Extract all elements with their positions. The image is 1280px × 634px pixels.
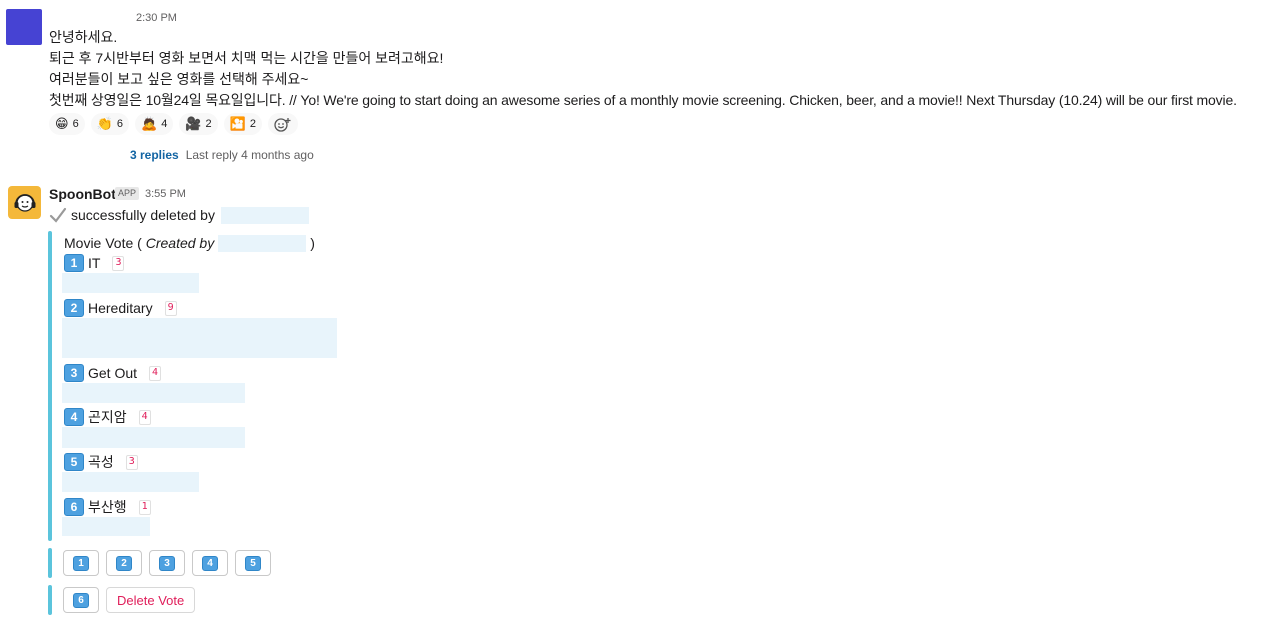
option-label: 부산행 — [88, 499, 127, 515]
option-voters-bar — [62, 318, 337, 358]
thread-summary: 3 replies Last reply 4 months ago — [130, 148, 314, 162]
option-vote-count: 4 — [149, 365, 162, 381]
vote-option-1: 1 IT 3 — [64, 254, 125, 272]
option-label: Get Out — [88, 365, 138, 381]
reaction-cinema[interactable]: 🎦 2 — [223, 113, 262, 135]
vote-button-6[interactable]: 6 — [63, 587, 99, 613]
message-timestamp[interactable]: 3:55 PM — [145, 188, 186, 200]
vote-button-1[interactable]: 1 — [63, 550, 99, 576]
vote-button-2[interactable]: 2 — [106, 550, 142, 576]
keycap-3-icon: 3 — [159, 555, 175, 571]
reaction-count: 6 — [72, 118, 79, 130]
reaction-movie-camera[interactable]: 🎥 2 — [179, 113, 218, 135]
reaction-bar: 😁 6 👏 6 🙇 4 🎥 2 🎦 2 — [49, 113, 298, 135]
reaction-grinning[interactable]: 😁 6 — [49, 113, 85, 135]
keycap-3-icon: 3 — [64, 364, 84, 382]
sender-name[interactable]: SpoonBot — [49, 186, 116, 202]
option-vote-count: 4 — [138, 409, 151, 425]
reaction-count: 4 — [161, 118, 168, 130]
vote-button-5[interactable]: 5 — [235, 550, 271, 576]
option-label: 곡성 — [88, 454, 114, 470]
bowing-person-icon: 🙇 — [141, 116, 158, 132]
keycap-2-icon: 2 — [64, 299, 84, 317]
clapping-hands-icon: 👏 — [96, 116, 113, 132]
reaction-clap[interactable]: 👏 6 — [90, 113, 129, 135]
keycap-5-icon: 5 — [245, 555, 261, 571]
reaction-count: 6 — [116, 118, 123, 130]
option-vote-count: 1 — [138, 499, 151, 515]
option-label: Hereditary — [88, 300, 153, 316]
vote-option-4: 4 곤지암 4 — [64, 408, 151, 426]
attachment-accent-bar — [48, 231, 52, 541]
message-line-4: 첫번째 상영일은 10월24일 목요일입니다. // Yo! We're goi… — [49, 92, 1237, 108]
redacted-creator — [218, 234, 307, 252]
thread-last-reply: Last reply 4 months ago — [185, 148, 314, 162]
vote-created-by: Created by — [145, 235, 215, 251]
vote-close-paren: ) — [310, 235, 315, 251]
vote-open-paren: ( — [133, 235, 146, 251]
message-line-3: 여러분들이 보고 싶은 영화를 선택해 주세요~ — [49, 71, 309, 87]
add-reaction-icon — [274, 117, 291, 132]
option-voters-bar — [62, 517, 150, 536]
app-badge: APP — [115, 187, 140, 200]
message-line-2: 퇴근 후 7시반부터 영화 보면서 치맥 먹는 시간을 만들어 보려고해요! — [49, 50, 444, 66]
vote-option-5: 5 곡성 3 — [64, 453, 138, 471]
keycap-1-icon: 1 — [73, 555, 89, 571]
option-vote-count: 3 — [112, 255, 125, 271]
bot-avatar[interactable] — [8, 186, 41, 219]
keycap-1-icon: 1 — [64, 254, 84, 272]
vote-option-3: 3 Get Out 4 — [64, 364, 162, 382]
deleted-notice: successfully deleted by — [49, 206, 309, 224]
vote-option-6: 6 부산행 1 — [64, 498, 151, 516]
thread-replies-link[interactable]: 3 replies — [130, 148, 179, 162]
option-voters-bar — [62, 383, 245, 403]
reaction-count: 2 — [205, 118, 212, 130]
reaction-bow[interactable]: 🙇 4 — [135, 113, 174, 135]
movie-camera-icon: 🎥 — [185, 116, 202, 132]
message-line-1: 안녕하세요. — [49, 29, 118, 45]
message-timestamp[interactable]: 2:30 PM — [136, 12, 177, 24]
keycap-2-icon: 2 — [116, 555, 132, 571]
reaction-count: 2 — [249, 118, 256, 130]
headphones-face-icon — [14, 193, 35, 212]
vote-button-3[interactable]: 3 — [149, 550, 185, 576]
grinning-face-icon: 😁 — [55, 116, 69, 132]
delete-vote-button[interactable]: Delete Vote — [106, 587, 196, 613]
vote-option-2: 2 Hereditary 9 — [64, 299, 177, 317]
actions-accent-bar — [48, 548, 52, 578]
actions-accent-bar — [48, 585, 52, 615]
deleted-text: successfully deleted by — [71, 207, 215, 223]
option-voters-bar — [62, 427, 245, 448]
option-vote-count: 3 — [125, 454, 138, 470]
keycap-5-icon: 5 — [64, 453, 84, 471]
option-label: 곤지암 — [88, 409, 127, 425]
option-vote-count: 9 — [164, 300, 177, 316]
keycap-4-icon: 4 — [64, 408, 84, 426]
user-avatar[interactable] — [6, 9, 42, 45]
vote-title: Movie Vote — [64, 235, 134, 251]
cinema-icon: 🎦 — [229, 116, 246, 132]
redacted-user — [220, 206, 309, 224]
add-reaction-button[interactable] — [267, 113, 298, 135]
check-mark-icon — [49, 207, 67, 223]
keycap-6-icon: 6 — [64, 498, 84, 516]
keycap-4-icon: 4 — [202, 555, 218, 571]
vote-title-line: Movie Vote ( Created by ) — [64, 234, 315, 252]
keycap-6-icon: 6 — [73, 592, 89, 608]
vote-button-4[interactable]: 4 — [192, 550, 228, 576]
option-voters-bar — [62, 472, 199, 492]
option-label: IT — [88, 255, 101, 271]
option-voters-bar — [62, 273, 199, 293]
